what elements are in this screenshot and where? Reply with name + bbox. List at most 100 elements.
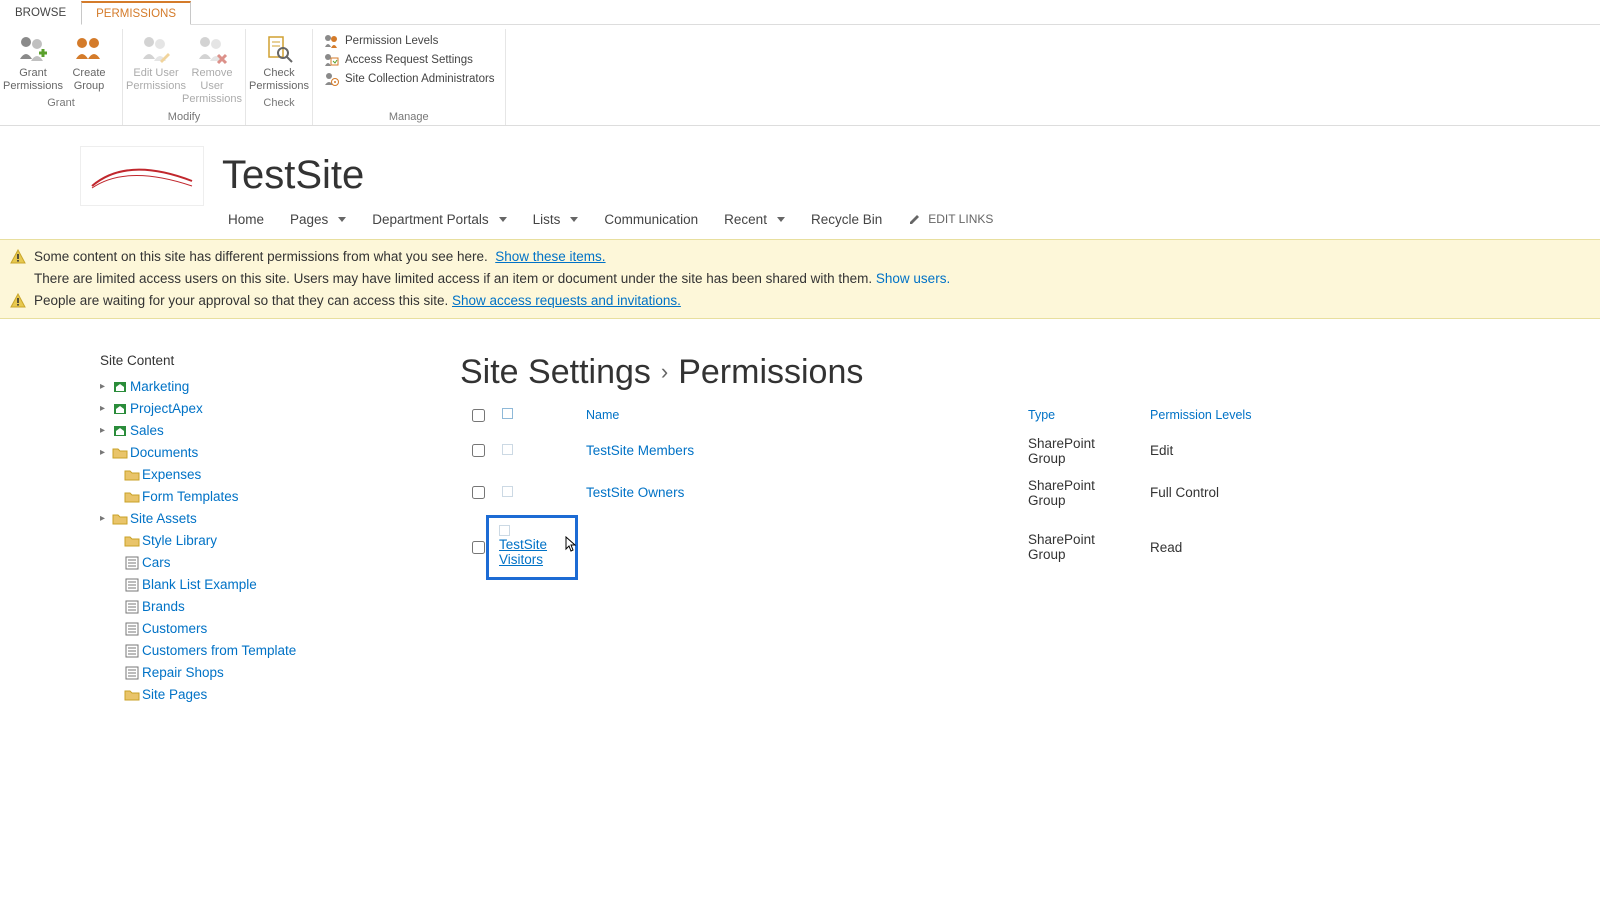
nav-pages[interactable]: Pages [290,212,346,227]
row-checkbox[interactable] [472,486,485,499]
group-link-visitors[interactable]: TestSite Visitors [499,537,547,567]
tree-item[interactable]: ▸ Documents [100,442,420,464]
notification-1-text: Some content on this site has different … [34,249,488,264]
ribbon-group-manage: Permission Levels Access Request Setting… [313,29,506,125]
nav-communication[interactable]: Communication [604,212,698,227]
nav-department-portals[interactable]: Department Portals [372,212,506,227]
tree-node-icon [124,621,140,637]
tree-item[interactable]: Brands [100,596,420,618]
tree-node-icon [124,665,140,681]
tree-item[interactable]: Blank List Example [100,574,420,596]
expand-icon[interactable]: ▸ [100,421,110,441]
tree-item[interactable]: Cars [100,552,420,574]
tree-item[interactable]: Site Pages [100,684,420,706]
tree-item[interactable]: Customers from Template [100,640,420,662]
row-level: Edit [1144,431,1578,471]
table-row: TestSite Members SharePoint Group Edit [462,431,1578,471]
cursor-icon [563,536,579,557]
edit-links-button[interactable]: EDIT LINKS [908,212,993,226]
nav-home[interactable]: Home [228,212,264,227]
notification-line-1: Some content on this site has different … [10,246,1590,268]
table-row: TestSite Visitors SharePoint Group Read [462,515,1578,580]
site-collection-admins-button[interactable]: Site Collection Administrators [323,71,495,87]
ribbon-group-check-label: Check [252,97,306,109]
tree-item-label: Customers [142,619,207,639]
permission-levels-label: Permission Levels [345,33,438,49]
grant-permissions-button[interactable]: Grant Permissions [6,31,60,95]
ribbon-group-check: Check Permissions Check [246,29,313,125]
tab-browse[interactable]: BROWSE [0,1,81,25]
col-header-name[interactable]: Name [580,402,1020,429]
col-header-levels[interactable]: Permission Levels [1144,402,1578,429]
nav-recycle-bin[interactable]: Recycle Bin [811,212,882,227]
tree-node-icon [112,423,128,439]
tree-node-icon [124,643,140,659]
access-request-settings-button[interactable]: Access Request Settings [323,52,473,68]
grant-permissions-icon [17,33,49,65]
notification-area: Some content on this site has different … [0,239,1600,319]
tree-item-label: Sales [130,421,164,441]
tree-node-icon [112,511,128,527]
site-header: TestSite [0,126,1600,206]
row-mini-checkbox-icon [502,486,513,497]
permission-levels-button[interactable]: Permission Levels [323,33,438,49]
tree-item-label: Documents [130,443,198,463]
site-logo[interactable] [80,146,204,206]
ribbon-group-grant-label: Grant [6,97,116,109]
nav-lists-label: Lists [533,212,561,227]
tree-node-icon [112,379,128,395]
tree-item-label: Blank List Example [142,575,257,595]
nav-recent[interactable]: Recent [724,212,785,227]
tree-item-label: Customers from Template [142,641,296,661]
edit-user-permissions-button[interactable]: Edit User Permissions [129,31,183,109]
breadcrumb: Site Settings › Permissions [460,353,1580,392]
tree-item-label: ProjectApex [130,399,203,419]
tree-node-icon [124,467,140,483]
nav-department-label: Department Portals [372,212,488,227]
expand-icon[interactable]: ▸ [100,377,110,397]
tree-item[interactable]: Expenses [100,464,420,486]
permission-levels-icon [323,33,339,49]
ribbon-group-grant: Grant Permissions Create Group Grant [0,29,123,125]
create-group-button[interactable]: Create Group [62,31,116,95]
remove-user-permissions-button[interactable]: Remove User Permissions [185,31,239,109]
breadcrumb-separator-icon: › [661,359,668,385]
tree-item[interactable]: Repair Shops [100,662,420,684]
col-header-type[interactable]: Type [1022,402,1142,429]
permissions-table: Name Type Permission Levels TestSite Mem… [460,400,1580,582]
site-nav: Home Pages Department Portals Lists Comm… [0,206,1600,239]
edit-links-label: EDIT LINKS [928,212,993,226]
create-group-label: Create Group [72,67,105,93]
tree-item[interactable]: Style Library [100,530,420,552]
group-link-members[interactable]: TestSite Members [586,443,694,458]
row-checkbox[interactable] [472,541,485,554]
check-permissions-label: Check Permissions [249,67,309,93]
show-access-requests-link[interactable]: Show access requests and invitations. [452,293,681,308]
notification-3-text: People are waiting for your approval so … [34,293,448,308]
row-mini-checkbox-icon [499,525,510,536]
tree-item[interactable]: ▸Site Assets [100,508,420,530]
table-row: TestSite Owners SharePoint Group Full Co… [462,473,1578,513]
expand-icon[interactable]: ▸ [100,443,110,463]
group-link-owners[interactable]: TestSite Owners [586,485,684,500]
row-type: SharePoint Group [1022,431,1142,471]
expand-icon[interactable]: ▸ [100,399,110,419]
tree-item[interactable]: Customers [100,618,420,640]
show-users-link[interactable]: Show users. [876,271,950,286]
nav-lists[interactable]: Lists [533,212,579,227]
chevron-down-icon [777,217,785,222]
check-permissions-button[interactable]: Check Permissions [252,31,306,95]
tree-item[interactable]: ▸Marketing [100,376,420,398]
breadcrumb-site-settings[interactable]: Site Settings [460,353,651,392]
show-these-items-link[interactable]: Show these items. [495,249,605,264]
row-checkbox[interactable] [472,444,485,457]
tab-permissions[interactable]: PERMISSIONS [81,1,191,25]
tree-node-icon [112,445,128,461]
tree-item[interactable]: ▸ Sales [100,420,420,442]
tree-item[interactable]: ▸ ProjectApex [100,398,420,420]
create-group-icon [73,33,105,65]
tree-item[interactable]: Form Templates [100,486,420,508]
expand-icon[interactable]: ▸ [100,509,110,529]
remove-user-permissions-icon [196,33,228,65]
select-all-checkbox[interactable] [472,409,485,422]
